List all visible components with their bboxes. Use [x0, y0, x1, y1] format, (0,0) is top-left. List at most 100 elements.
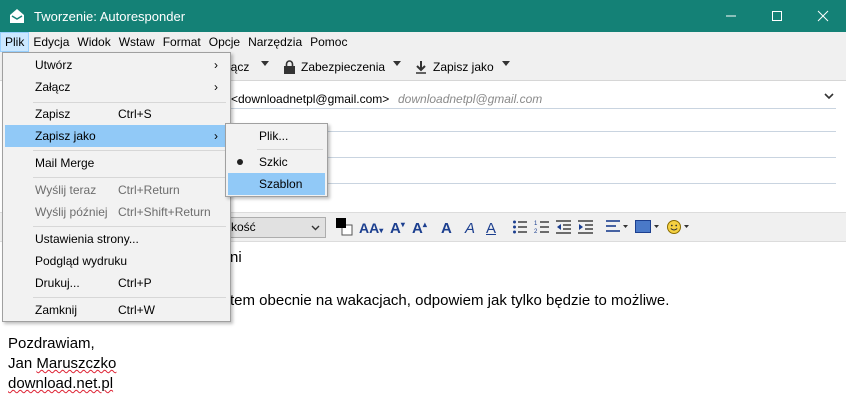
- maximize-button[interactable]: [754, 0, 800, 32]
- maximize-icon: [772, 11, 782, 21]
- menu-item-attach[interactable]: Załącz ›: [5, 76, 228, 98]
- italic-icon: A: [465, 219, 476, 237]
- submenu-item-file[interactable]: Plik...: [228, 125, 325, 147]
- underline-icon: A: [486, 219, 497, 237]
- body-line: ni: [230, 249, 242, 266]
- font-size-smaller-button[interactable]: A▾: [390, 218, 405, 238]
- submenu-item-template[interactable]: Szablon: [228, 173, 325, 195]
- from-identity[interactable]: <downloadnetpl@gmail.com>: [231, 92, 389, 106]
- menu-item-print[interactable]: Drukuj... Ctrl+P: [5, 272, 228, 294]
- menu-edit[interactable]: Edycja: [29, 32, 73, 52]
- body-line: Jan Maruszczko: [8, 355, 116, 372]
- menu-bar: Plik Edycja Widok Wstaw Format Opcje Nar…: [0, 32, 846, 52]
- menu-tools[interactable]: Narzędzia: [244, 32, 306, 52]
- menu-item-shortcut: Ctrl+W: [118, 303, 155, 317]
- menu-item-shortcut: Ctrl+Shift+Return: [118, 205, 211, 219]
- menu-format[interactable]: Format: [159, 32, 205, 52]
- menu-item-print-preview[interactable]: Podgląd wydruku: [5, 250, 228, 272]
- menu-item-save[interactable]: Zapisz Ctrl+S: [5, 103, 228, 125]
- menu-view[interactable]: Widok: [73, 32, 114, 52]
- body-line: Pozdrawiam,: [8, 335, 95, 352]
- font-size-larger-button[interactable]: A▴: [412, 218, 427, 238]
- attach-label: łącz: [228, 60, 250, 74]
- font-smaller-icon: AA▾: [359, 220, 384, 236]
- title-bar: Tworzenie: Autoresponder: [0, 0, 846, 32]
- menu-item-label: Drukuj...: [35, 276, 80, 290]
- security-dropdown-arrow[interactable]: [393, 61, 401, 66]
- menu-item-label: Podgląd wydruku: [35, 254, 128, 268]
- security-button[interactable]: Zabezpieczenia: [283, 56, 385, 78]
- attach-button[interactable]: łącz: [228, 56, 249, 78]
- window-title: Tworzenie: Autoresponder: [34, 8, 186, 24]
- attach-dropdown-arrow[interactable]: [261, 61, 269, 66]
- menu-item-label: Zamknij: [35, 303, 78, 317]
- font-smaller-button[interactable]: AA▾: [359, 218, 383, 238]
- menu-item-create[interactable]: Utwórz ›: [5, 54, 228, 76]
- insert-image-icon[interactable]: [635, 219, 661, 235]
- menu-item-label: Ustawienia strony...: [35, 232, 139, 246]
- field-divider: [230, 108, 836, 109]
- menu-item-send-now: Wyślij teraz Ctrl+Return: [5, 179, 228, 201]
- close-button[interactable]: [800, 0, 846, 32]
- menu-item-label: Wyślij później: [35, 205, 108, 219]
- menu-item-label: Załącz: [35, 80, 71, 94]
- indent-icon[interactable]: [578, 219, 594, 235]
- close-icon: [817, 10, 829, 22]
- save-as-label: Zapisz jako: [433, 60, 494, 74]
- chevron-down-icon[interactable]: [824, 93, 834, 100]
- menu-separator: [33, 226, 226, 227]
- menu-item-label: Utwórz: [35, 58, 73, 72]
- minimize-icon: [726, 15, 736, 17]
- menu-item-mail-merge[interactable]: Mail Merge: [5, 152, 228, 174]
- font-select[interactable]: kość: [226, 217, 326, 238]
- save-as-dropdown-arrow[interactable]: [502, 61, 510, 66]
- menu-separator: [257, 149, 323, 150]
- submenu-item-draft[interactable]: Szkic: [228, 151, 325, 173]
- menu-item-close[interactable]: Zamknij Ctrl+W: [5, 299, 228, 321]
- align-icon[interactable]: [606, 219, 630, 235]
- menu-item-label: Mail Merge: [35, 156, 95, 170]
- underline-button[interactable]: A: [486, 218, 496, 238]
- menu-item-shortcut: Ctrl+Return: [118, 183, 180, 197]
- menu-item-page-setup[interactable]: Ustawienia strony...: [5, 228, 228, 250]
- font-select-value: kość: [231, 220, 256, 234]
- chevron-right-icon: ›: [214, 80, 218, 94]
- bold-icon: A: [441, 219, 452, 237]
- submenu-item-label: Szkic: [259, 155, 288, 169]
- save-as-button[interactable]: Zapisz jako: [415, 56, 494, 78]
- svg-text:2: 2: [534, 229, 538, 235]
- menu-item-label: Zapisz jako: [35, 129, 96, 143]
- signature-name: Jan Maruszczko: [8, 355, 117, 372]
- from-hint: downloadnetpl@gmail.com: [398, 92, 543, 106]
- download-arrow-icon: [416, 61, 426, 74]
- minimize-button[interactable]: [708, 0, 754, 32]
- menu-insert[interactable]: Wstaw: [115, 32, 159, 52]
- emoji-icon[interactable]: [666, 219, 692, 235]
- misspelled-word: download.net.pl: [8, 375, 114, 392]
- outdent-icon[interactable]: [556, 219, 572, 235]
- numbered-list-icon[interactable]: 1 2: [534, 219, 550, 235]
- menu-item-save-as[interactable]: Zapisz jako ›: [5, 125, 228, 147]
- menu-options[interactable]: Opcje: [205, 32, 244, 52]
- misspelled-word: Maruszczko: [36, 355, 117, 372]
- menu-item-send-later: Wyślij później Ctrl+Shift+Return: [5, 201, 228, 223]
- radio-bullet-icon: [237, 159, 243, 165]
- text-color-icon[interactable]: [334, 216, 354, 236]
- save-as-submenu: Plik... Szkic Szablon: [225, 123, 328, 197]
- bold-button[interactable]: A: [441, 218, 452, 238]
- security-label: Zabezpieczenia: [301, 60, 386, 74]
- chevron-right-icon: ›: [214, 58, 218, 72]
- menu-separator: [33, 150, 226, 151]
- body-line: download.net.pl: [8, 375, 113, 392]
- submenu-item-label: Szablon: [259, 177, 303, 191]
- body-line: tem obecnie na wakacjach, odpowiem jak t…: [230, 292, 670, 309]
- italic-button[interactable]: A: [465, 218, 475, 238]
- bullet-list-icon[interactable]: [512, 219, 528, 235]
- menu-item-shortcut: Ctrl+P: [118, 276, 152, 290]
- menu-item-shortcut: Ctrl+S: [118, 107, 152, 121]
- menu-file[interactable]: Plik: [0, 32, 30, 52]
- menu-separator: [33, 177, 226, 178]
- submenu-item-label: Plik...: [259, 129, 289, 143]
- decrease-size-icon: A▾: [390, 219, 405, 237]
- menu-help[interactable]: Pomoc: [306, 32, 351, 52]
